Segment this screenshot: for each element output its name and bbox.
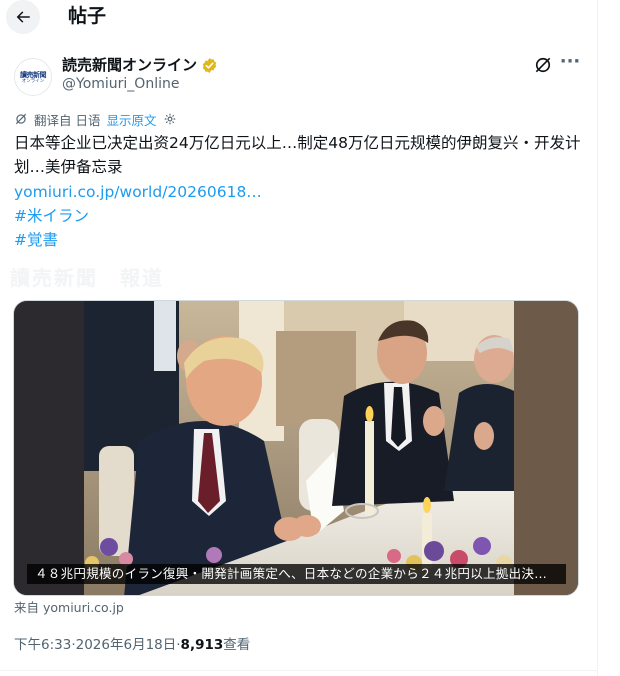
author-handle[interactable]: @Yomiuri_Online [62,75,179,93]
hashtag-link[interactable]: #覚書 [14,228,58,252]
arrow-left-icon [16,11,30,23]
avatar-logo-text: 讀売新聞 [20,69,47,79]
post-meta: 下午6:33 · 2026年6月18日 · 8,913 查看 [14,636,250,654]
article-link[interactable]: yomiuri.co.jp/world/20260618… [14,180,262,204]
grok-small-icon [15,113,27,125]
post-date[interactable]: 2026年6月18日 [76,636,177,654]
media-card[interactable] [13,300,579,596]
avatar-logo-subtext: オンライン [21,78,45,84]
more-dots-icon[interactable]: ··· [558,53,582,75]
column-divider [597,0,598,676]
translation-row: 翻译自 日语 显示原文 [14,110,177,128]
show-original-link[interactable]: 显示原文 [106,110,156,129]
faded-overlay-text: 讀売新聞 報道 [10,266,164,290]
views-label: 查看 [223,637,251,653]
page-title: 帖子 [68,5,107,27]
card-source[interactable]: 来自 yomiuri.co.jp [14,600,124,616]
verified-gold-badge-icon [202,57,217,73]
author-name-text: 読売新聞オンライン [62,56,198,74]
avatar[interactable]: 讀売新聞 オンライン [14,58,52,96]
hashtag-link[interactable]: #米イラン [14,204,89,228]
translation-label: 翻译自 日语 [34,112,101,128]
divider [0,670,597,671]
back-button[interactable] [6,0,40,34]
grok-icon[interactable] [533,55,553,75]
post-header: 帖子 [0,0,597,34]
tweet-text: 日本等企业已决定出资24万亿日元以上…制定48万亿日元规模的伊朗复兴・开发计划…… [14,134,581,176]
gear-icon[interactable] [163,112,177,126]
video-caption: ４８兆円規模のイラン復興・開発計画策定へ、日本などの企業から２４兆円以上拠出決… [27,564,566,584]
post-page: 帖子 讀売新聞 オンライン 読売新聞オンライン @Yomiuri_Online … [0,0,620,676]
post-time[interactable]: 下午6:33 [14,636,71,654]
media-image [14,301,578,595]
author-name[interactable]: 読売新聞オンライン [62,55,218,75]
views-count: 8,913 [180,637,224,653]
